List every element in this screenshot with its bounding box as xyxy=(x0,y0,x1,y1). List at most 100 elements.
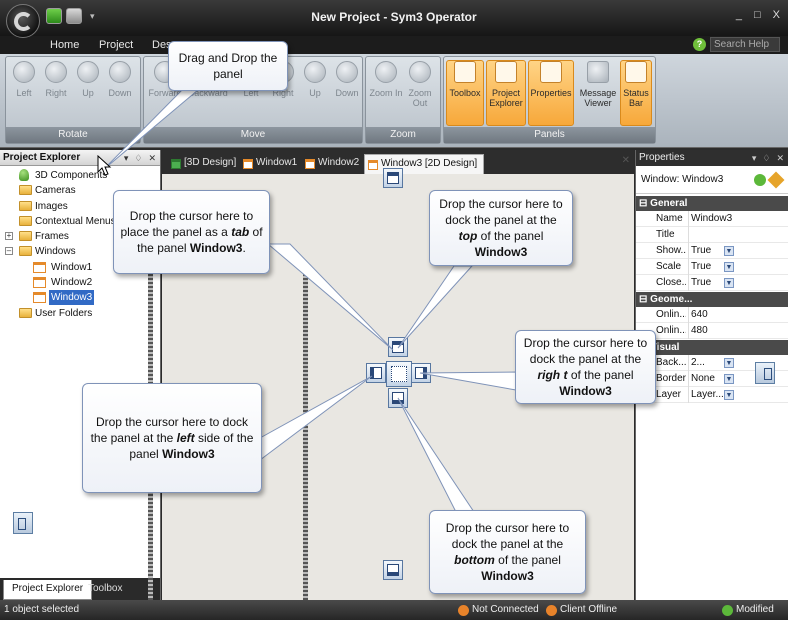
dock-right-outer-guide[interactable] xyxy=(755,362,775,384)
property-row[interactable]: Layer Layer... ▼ xyxy=(636,387,788,403)
panel-close-icon[interactable]: ✕ xyxy=(148,150,156,166)
pin-icon[interactable]: ♢ xyxy=(762,150,770,166)
close-button[interactable]: X xyxy=(773,9,780,21)
dock-tab-guide[interactable] xyxy=(386,361,412,387)
project-explorer-button[interactable]: Project Explorer xyxy=(486,60,526,126)
dock-left-center-guide[interactable] xyxy=(366,363,386,383)
property-row[interactable]: Onlin... 480 xyxy=(636,323,788,339)
folder-icon xyxy=(19,231,32,242)
application-menu-button[interactable] xyxy=(6,4,40,38)
dropdown-icon[interactable]: ▼ xyxy=(724,246,734,256)
design-boundary-right xyxy=(303,264,308,600)
dock-tab-icon xyxy=(391,366,407,382)
group-panels: Toolbox Project Explorer Properties Mess… xyxy=(443,56,656,144)
tab-toolbox[interactable]: Toolbox xyxy=(80,580,130,600)
tools-icon[interactable] xyxy=(767,171,785,189)
category-visual[interactable]: ⊟ Visual xyxy=(636,340,788,355)
property-row[interactable]: Scale True ▼ xyxy=(636,259,788,275)
document-close-icon[interactable]: ✕ xyxy=(622,155,630,166)
callout-right: Drop the cursor here to dock the panel a… xyxy=(515,330,656,404)
panel-close-icon[interactable]: ✕ xyxy=(776,150,784,166)
dock-top-icon xyxy=(387,172,399,184)
window-icon xyxy=(33,277,46,289)
open-folder-icon xyxy=(19,246,32,257)
folder-icon xyxy=(19,307,32,318)
disconnected-icon xyxy=(458,604,469,616)
move-down-button[interactable]: Down xyxy=(330,61,364,98)
property-row[interactable]: Name Window3 xyxy=(636,211,788,227)
group-zoom: Zoom In Zoom Out Zoom xyxy=(365,56,441,144)
dock-top-icon xyxy=(392,341,404,353)
help-icon[interactable]: ? xyxy=(693,38,706,51)
tree-item-3d-components[interactable]: 3D Components xyxy=(0,168,160,183)
window-icon xyxy=(33,292,46,304)
mouse-cursor-icon xyxy=(97,155,112,176)
property-row[interactable]: Close...True▼ xyxy=(636,275,788,291)
zoom-in-button[interactable]: Zoom In xyxy=(369,61,403,98)
category-geometry[interactable]: ⊟ Geome... xyxy=(636,292,788,307)
maximize-button[interactable]: □ xyxy=(754,9,761,21)
pin-icon[interactable]: ♢ xyxy=(134,150,142,166)
window-icon xyxy=(243,159,253,169)
panel-menu-icon[interactable]: ▾ xyxy=(752,150,757,166)
doc-tab-window1[interactable]: Window1 xyxy=(240,154,303,174)
panel-menu-icon[interactable]: ▾ xyxy=(124,150,129,166)
dock-right-icon xyxy=(415,367,427,379)
apply-icon[interactable] xyxy=(754,174,766,186)
dock-bottom-guide[interactable] xyxy=(388,388,408,408)
doc-tab-3d-design[interactable]: [3D Design] xyxy=(168,154,242,174)
properties-button[interactable]: Properties xyxy=(528,60,574,126)
title-bar: ▾ New Project - Sym3 Operator _ □ X xyxy=(0,0,788,36)
group-label-panels: Panels xyxy=(444,127,655,143)
status-bar-button[interactable]: Status Bar xyxy=(620,60,652,126)
rotate-right-button[interactable]: Right xyxy=(39,61,73,98)
message-viewer-button[interactable]: Message Viewer xyxy=(578,61,618,108)
dock-right-guide[interactable] xyxy=(411,363,431,383)
expand-icon[interactable]: + xyxy=(5,232,13,241)
tab-home[interactable]: Home xyxy=(50,39,79,51)
property-object-selector[interactable]: Window: Window3 xyxy=(636,166,788,194)
group-rotate: Left Right Up Down Rotate xyxy=(5,56,141,144)
rotate-up-button[interactable]: Up xyxy=(71,61,105,98)
property-row[interactable]: Title xyxy=(636,227,788,243)
properties-panel: Properties ▾ ♢ ✕ Window: Window3 ⊟ General… xyxy=(635,150,788,600)
dropdown-icon[interactable]: ▼ xyxy=(724,374,734,384)
zoom-in-icon xyxy=(375,61,397,83)
dropdown-icon[interactable]: ▼ xyxy=(724,278,734,288)
status-bar-icon xyxy=(625,61,647,83)
folder-icon xyxy=(19,215,32,226)
tab-project[interactable]: Project xyxy=(99,39,133,51)
dropdown-icon[interactable]: ▼ xyxy=(724,358,734,368)
callout-drag: Drag and Drop the panel xyxy=(168,41,288,91)
collapse-icon[interactable]: – xyxy=(5,247,13,256)
client-status: Client Offline xyxy=(546,600,617,620)
property-row[interactable]: Show... True ▼ xyxy=(636,243,788,259)
dock-left-guide[interactable] xyxy=(13,512,33,534)
dock-bottom-outer-guide[interactable] xyxy=(383,560,403,580)
properties-header[interactable]: Properties ▾ ♢ ✕ xyxy=(636,150,788,166)
tree-item-window3[interactable]: Window3 xyxy=(0,290,160,306)
toolbox-button[interactable]: Toolbox xyxy=(446,60,484,126)
property-row[interactable]: Onlin... 640 xyxy=(636,307,788,323)
rotate-down-button[interactable]: Down xyxy=(103,61,137,98)
tree-item-user-folders[interactable]: User Folders xyxy=(0,306,160,321)
3d-components-icon xyxy=(19,169,29,181)
folder-icon xyxy=(19,185,32,196)
dropdown-icon[interactable]: ▼ xyxy=(724,262,734,272)
move-up-button[interactable]: Up xyxy=(298,61,332,98)
tab-project-explorer[interactable]: Project Explorer xyxy=(3,580,93,600)
doc-tab-window2[interactable]: Window2 xyxy=(302,154,365,174)
rotate-left-button[interactable]: Left xyxy=(7,61,41,98)
tree-item-window2[interactable]: Window2 xyxy=(0,275,160,290)
dock-top-guide[interactable] xyxy=(388,337,408,357)
search-help-input[interactable]: Search Help xyxy=(710,37,780,52)
window-icon xyxy=(368,160,378,170)
project-explorer-header[interactable]: Project Explorer ▾ ♢ ✕ xyxy=(0,150,160,166)
category-general[interactable]: ⊟ General xyxy=(636,196,788,211)
minimize-button[interactable]: _ xyxy=(736,9,742,21)
ribbon-tabs: Home Project Des ? Search Help xyxy=(0,36,788,54)
window-controls: _ □ X xyxy=(736,9,780,21)
zoom-out-button[interactable]: Zoom Out xyxy=(403,61,437,108)
dock-top-outer-guide[interactable] xyxy=(383,168,403,188)
dropdown-icon[interactable]: ▼ xyxy=(724,390,734,400)
